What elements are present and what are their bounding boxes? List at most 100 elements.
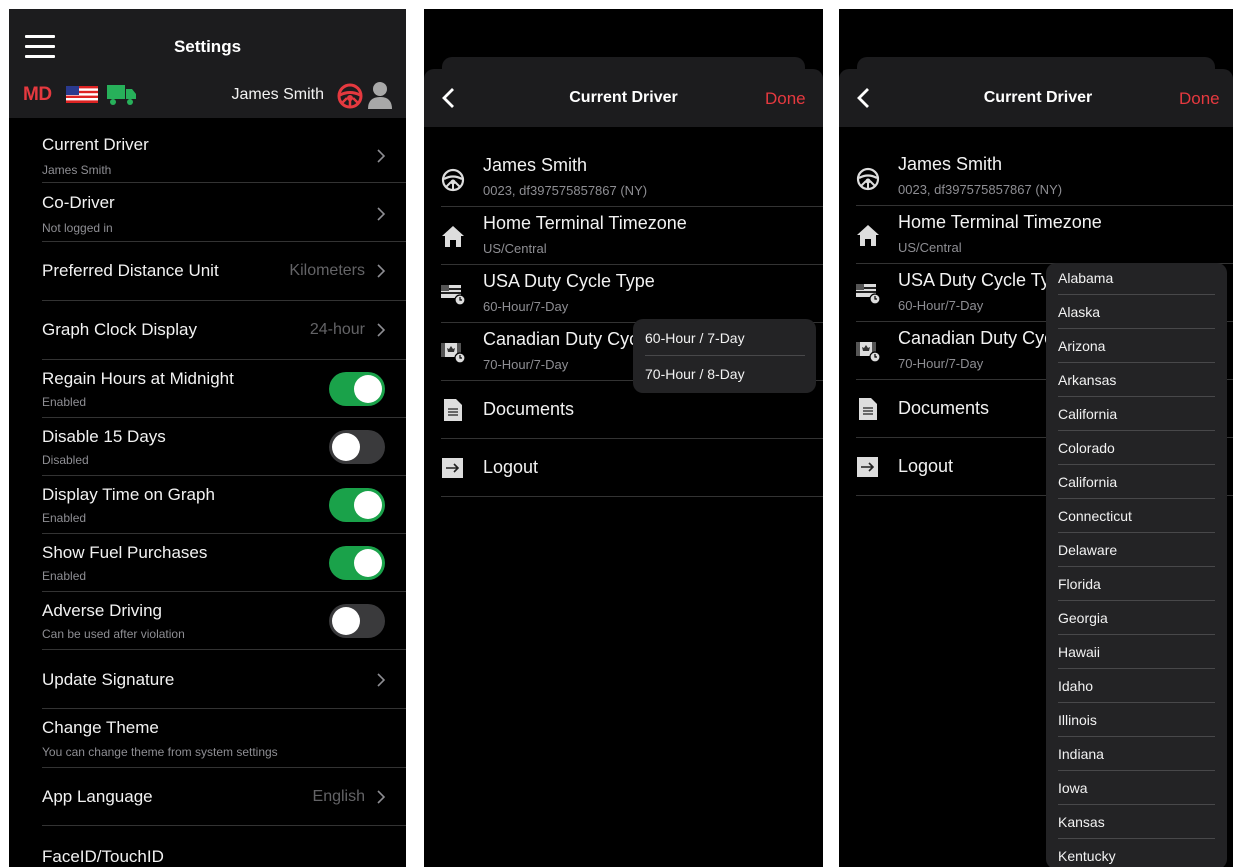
driver-name: James Smith xyxy=(231,86,324,103)
graph-clock-value: 24-hour xyxy=(309,321,365,338)
document-icon xyxy=(444,399,462,421)
divider xyxy=(1058,634,1215,635)
sheet-title: Current Driver xyxy=(983,89,1093,106)
current-driver-sheet: Current Driver Done James Smith 0023, df… xyxy=(839,69,1233,867)
canada-flag-clock-icon xyxy=(441,343,465,364)
chevron-right-icon xyxy=(377,790,386,804)
divider xyxy=(1058,736,1215,737)
state-option[interactable]: Connecticut xyxy=(1058,508,1132,524)
state-option[interactable]: California xyxy=(1058,406,1117,422)
state-option[interactable]: Kansas xyxy=(1058,814,1105,830)
us-flag-icon xyxy=(66,86,98,103)
faceid-row[interactable]: FaceID/TouchID xyxy=(42,826,406,867)
document-icon xyxy=(859,398,877,420)
current-driver-sheet: Current Driver Done James Smith 0023, df… xyxy=(424,69,823,867)
fuel-purchases-toggle[interactable] xyxy=(329,546,385,580)
update-signature-row[interactable]: Update Signature xyxy=(42,650,406,709)
state-option[interactable]: Idaho xyxy=(1058,678,1093,694)
chevron-right-icon xyxy=(377,207,386,221)
divider xyxy=(1058,498,1215,499)
chevron-right-icon xyxy=(377,264,386,278)
state-option[interactable]: California xyxy=(1058,474,1117,490)
sheet-header: Current Driver Done xyxy=(839,69,1233,127)
settings-screen: Settings MD James Smith Current Driver J… xyxy=(9,9,406,867)
co-driver-row[interactable]: Co-Driver Not logged in xyxy=(42,183,406,242)
divider xyxy=(645,355,805,356)
divider xyxy=(1058,838,1215,839)
state-option[interactable]: Delaware xyxy=(1058,542,1117,558)
chevron-right-icon xyxy=(377,673,386,687)
us-flag-clock-icon xyxy=(856,284,880,305)
done-button[interactable]: Done xyxy=(1179,89,1220,109)
usa-duty-cycle-item[interactable]: USA Duty Cycle Type 60-Hour/7-Day xyxy=(441,265,823,323)
divider xyxy=(1058,396,1215,397)
logout-icon xyxy=(857,457,878,477)
disable-15-days-toggle[interactable] xyxy=(329,430,385,464)
divider xyxy=(1058,600,1215,601)
distance-unit-row[interactable]: Preferred Distance Unit Kilometers xyxy=(42,242,406,301)
divider xyxy=(1058,702,1215,703)
home-terminal-item[interactable]: Home Terminal Timezone US/Central xyxy=(441,207,823,265)
duty-cycle-option[interactable]: 60-Hour / 7-Day xyxy=(645,330,745,346)
state-option[interactable]: Iowa xyxy=(1058,780,1088,796)
fuel-purchases-row: Show Fuel Purchases Enabled xyxy=(42,534,406,592)
logout-item[interactable]: Logout xyxy=(441,439,823,497)
graph-clock-row[interactable]: Graph Clock Display 24-hour xyxy=(42,301,406,360)
display-time-row: Display Time on Graph Enabled xyxy=(42,476,406,534)
state-option[interactable]: Illinois xyxy=(1058,712,1097,728)
change-theme-row: Change Theme You can change theme from s… xyxy=(42,709,406,768)
app-language-row[interactable]: App Language English xyxy=(42,768,406,826)
done-button[interactable]: Done xyxy=(765,89,806,109)
home-icon xyxy=(442,226,464,247)
sheet-header: Current Driver Done xyxy=(424,69,823,127)
state-option[interactable]: Arkansas xyxy=(1058,372,1116,388)
adverse-driving-toggle[interactable] xyxy=(329,604,385,638)
divider xyxy=(1058,668,1215,669)
home-icon xyxy=(857,225,879,246)
disable-15-days-row: Disable 15 Days Disabled xyxy=(42,418,406,476)
logout-icon xyxy=(442,458,463,478)
state-dropdown: Alabama Alaska Arizona Arkansas California Co… xyxy=(1046,263,1227,867)
regain-hours-row: Regain Hours at Midnight Enabled xyxy=(42,360,406,418)
driver-item[interactable]: James Smith 0023, df397575857867 (NY) xyxy=(856,148,1233,206)
current-driver-screen: Current Driver Done James Smith 0023, df… xyxy=(424,9,823,867)
state-option[interactable]: Kentucky xyxy=(1058,848,1116,864)
divider xyxy=(1058,328,1215,329)
duty-cycle-option[interactable]: 70-Hour / 8-Day xyxy=(645,366,745,382)
state-option[interactable]: Georgia xyxy=(1058,610,1108,626)
divider xyxy=(1058,804,1215,805)
divider xyxy=(1058,362,1215,363)
regain-hours-toggle[interactable] xyxy=(329,372,385,406)
distance-unit-value: Kilometers xyxy=(289,262,365,279)
state-option[interactable]: Alaska xyxy=(1058,304,1100,320)
sheet-title: Current Driver xyxy=(569,89,678,106)
truck-icon xyxy=(107,85,136,105)
chevron-right-icon xyxy=(377,323,386,337)
driver-item[interactable]: James Smith 0023, df397575857867 (NY) xyxy=(441,149,823,207)
state-option[interactable]: Florida xyxy=(1058,576,1101,592)
app-language-value: English xyxy=(312,788,365,805)
display-time-toggle[interactable] xyxy=(329,488,385,522)
state-option[interactable]: Colorado xyxy=(1058,440,1115,456)
divider xyxy=(1058,464,1215,465)
divider xyxy=(1058,294,1215,295)
divider xyxy=(1058,430,1215,431)
steering-wheel-icon xyxy=(441,168,465,192)
current-driver-row[interactable]: Current Driver James Smith xyxy=(42,119,406,183)
state-option[interactable]: Arizona xyxy=(1058,338,1105,354)
state-option[interactable]: Alabama xyxy=(1058,270,1113,286)
user-icon[interactable] xyxy=(367,81,393,109)
steering-wheel-icon[interactable] xyxy=(337,83,363,109)
brand-logo: MD xyxy=(23,84,52,105)
page-title: Settings xyxy=(173,37,242,56)
divider xyxy=(1058,566,1215,567)
us-flag-clock-icon xyxy=(441,285,465,306)
divider xyxy=(1058,770,1215,771)
state-option[interactable]: Indiana xyxy=(1058,746,1104,762)
adverse-driving-row: Adverse Driving Can be used after violat… xyxy=(42,592,406,650)
state-option[interactable]: Hawaii xyxy=(1058,644,1100,660)
home-terminal-item[interactable]: Home Terminal Timezone US/Central xyxy=(856,206,1233,264)
canada-flag-clock-icon xyxy=(856,342,880,363)
current-driver-state-screen: Current Driver Done James Smith 0023, df… xyxy=(839,9,1233,867)
duty-cycle-popover: 60-Hour / 7-Day 70-Hour / 8-Day xyxy=(633,319,816,393)
